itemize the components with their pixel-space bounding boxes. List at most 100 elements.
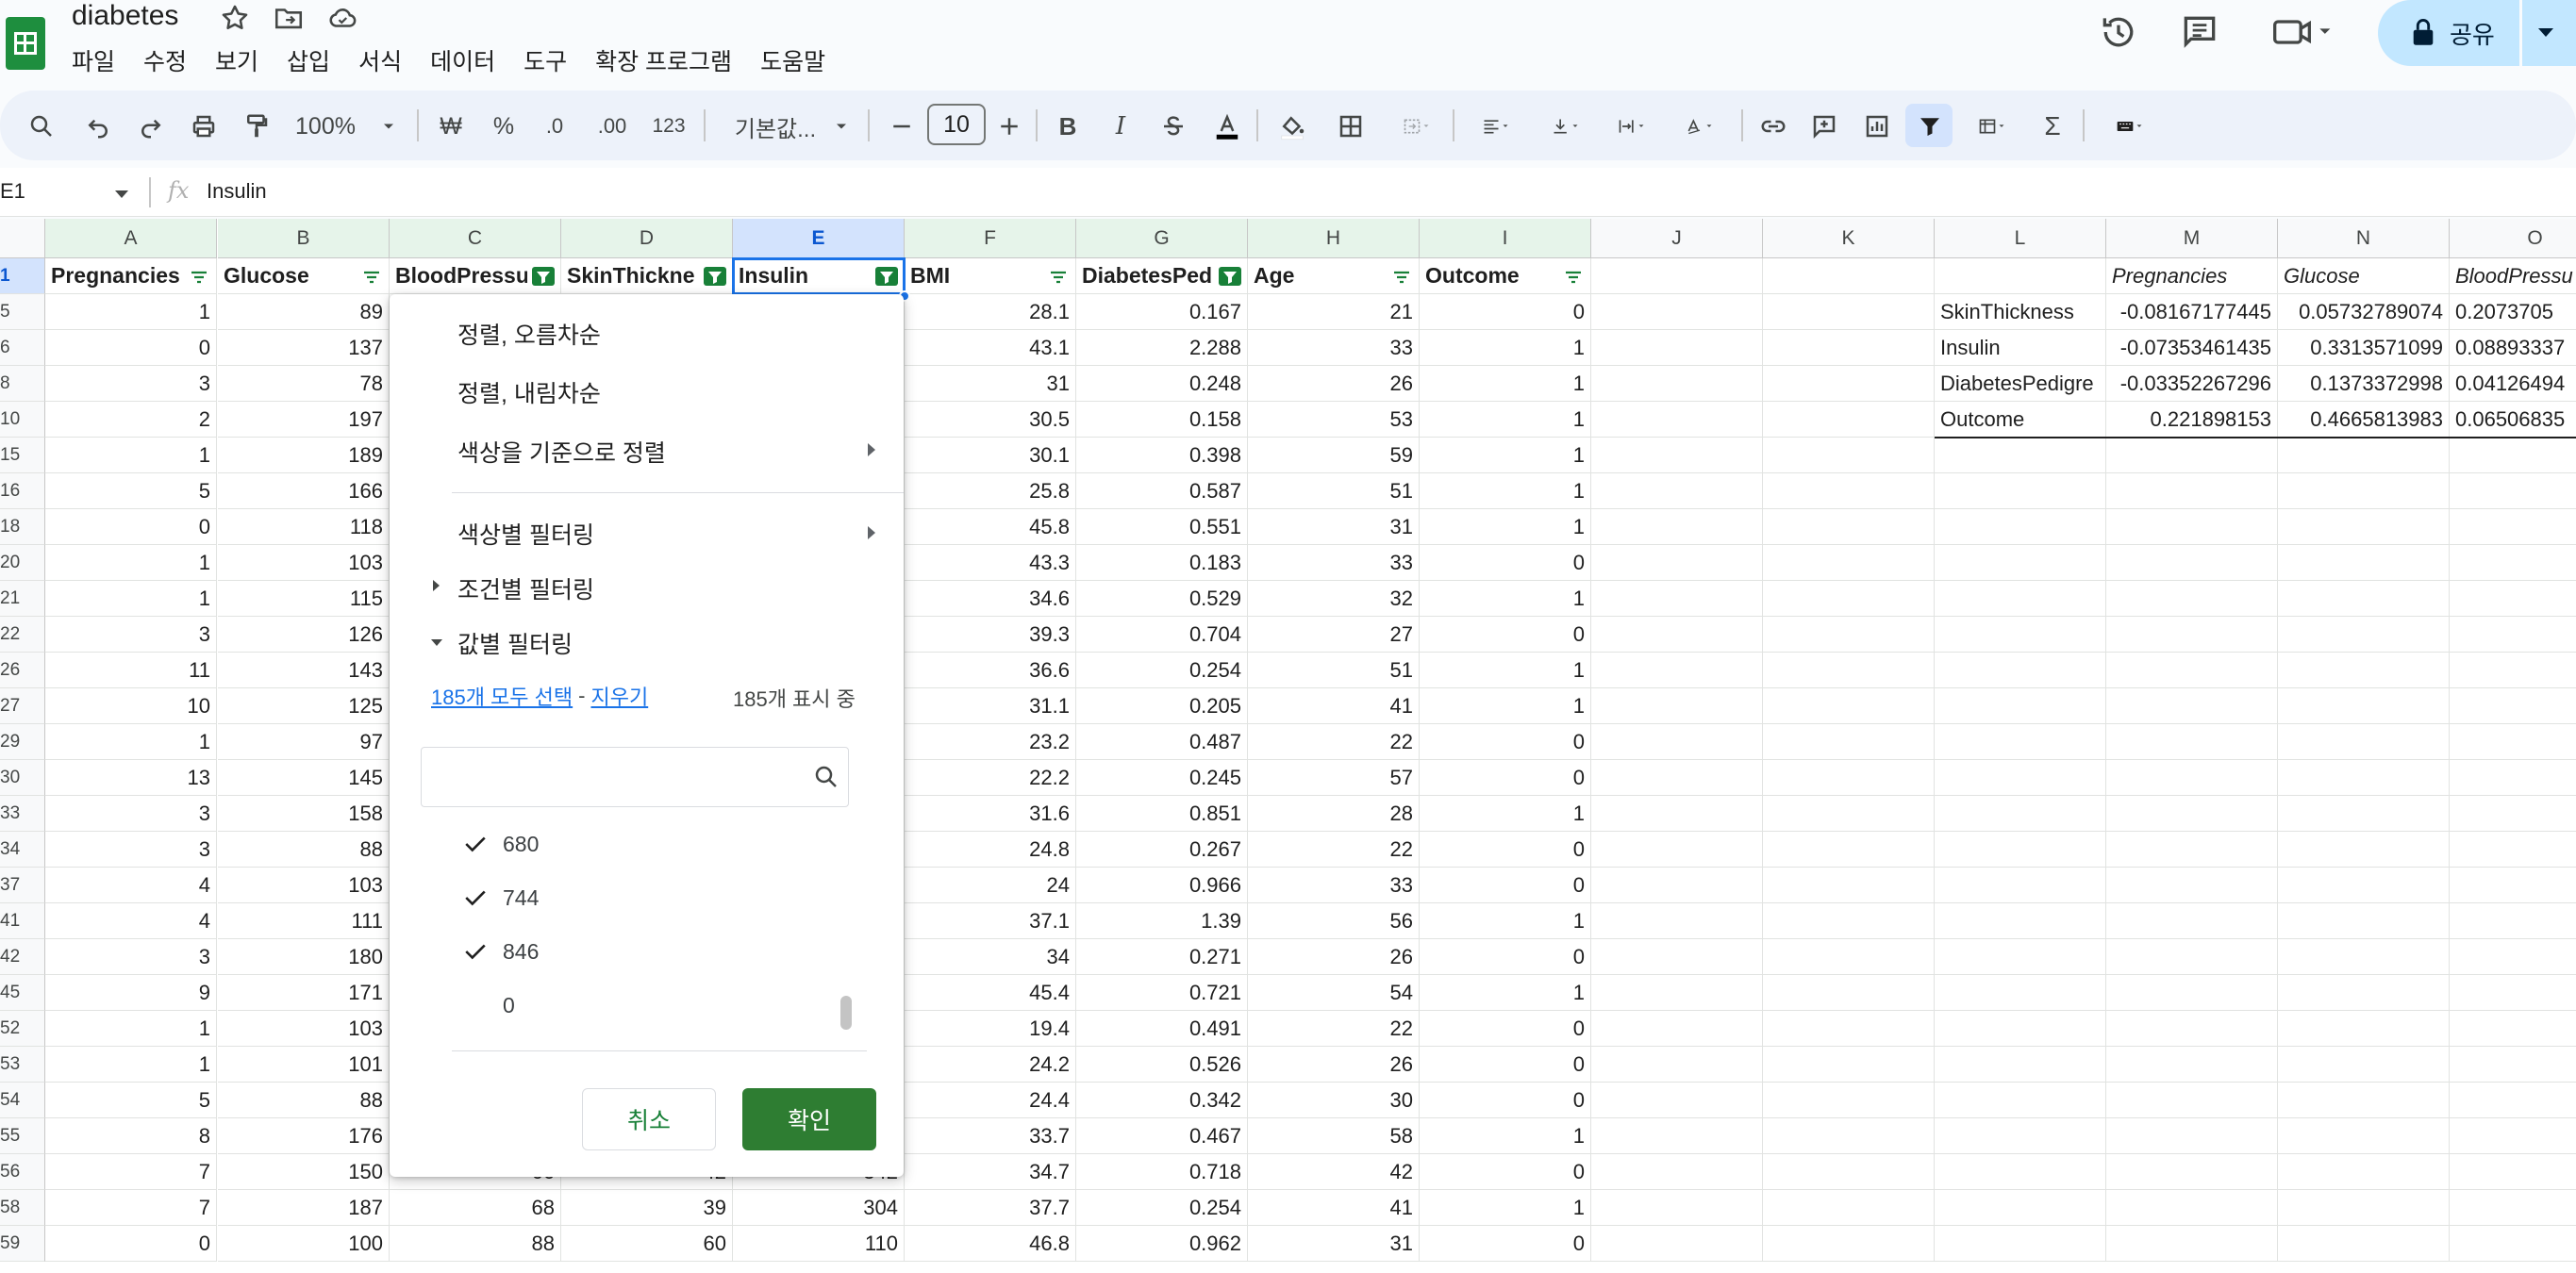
redo-icon[interactable]: [134, 109, 168, 143]
row-header[interactable]: 30: [0, 760, 45, 796]
grid-cell[interactable]: [1935, 438, 2106, 473]
data-cell[interactable]: 13: [45, 760, 217, 796]
data-cell[interactable]: 24.8: [905, 832, 1076, 868]
grid-cell[interactable]: [1935, 545, 2106, 581]
data-cell[interactable]: 0.721: [1076, 975, 1248, 1011]
correlation-value[interactable]: 0.04126494: [2450, 366, 2576, 402]
data-cell[interactable]: 3: [45, 796, 217, 832]
grid-cell[interactable]: [2106, 1118, 2278, 1154]
filter-icon[interactable]: [360, 267, 383, 286]
data-cell[interactable]: 57: [1248, 760, 1420, 796]
data-cell[interactable]: 24.2: [905, 1047, 1076, 1083]
input-tools-keyboard-icon[interactable]: [2098, 109, 2162, 143]
active-filter-icon[interactable]: [875, 267, 898, 286]
grid-cell[interactable]: [2450, 1190, 2576, 1226]
grid-cell[interactable]: [1763, 402, 1935, 438]
data-cell[interactable]: 0.248: [1076, 366, 1248, 402]
grid-cell[interactable]: [2450, 688, 2576, 724]
sheets-logo-icon[interactable]: [6, 17, 45, 70]
data-cell[interactable]: 3: [45, 617, 217, 653]
data-cell[interactable]: 51: [1248, 473, 1420, 509]
grid-cell[interactable]: [2106, 760, 2278, 796]
grid-cell[interactable]: [2278, 473, 2450, 509]
row-header[interactable]: 42: [0, 939, 45, 975]
grid-cell[interactable]: [1763, 509, 1935, 545]
column-header-k[interactable]: K: [1763, 219, 1935, 258]
data-cell[interactable]: 4: [45, 903, 217, 939]
grid-cell[interactable]: [1763, 294, 1935, 330]
data-cell[interactable]: 0.966: [1076, 868, 1248, 903]
grid-cell[interactable]: [1935, 509, 2106, 545]
column-header-a[interactable]: A: [45, 219, 217, 258]
data-cell[interactable]: 1: [1420, 903, 1591, 939]
grid-cell[interactable]: [2278, 1190, 2450, 1226]
header-cell[interactable]: SkinThickne: [561, 258, 733, 294]
data-cell[interactable]: 0.467: [1076, 1118, 1248, 1154]
grid-cell[interactable]: [1935, 1011, 2106, 1047]
grid-cell[interactable]: [1591, 688, 1763, 724]
data-cell[interactable]: 1: [1420, 581, 1591, 617]
grid-cell[interactable]: [2450, 545, 2576, 581]
data-cell[interactable]: 0: [1420, 939, 1591, 975]
grid-cell[interactable]: [2278, 868, 2450, 903]
data-cell[interactable]: 39.3: [905, 617, 1076, 653]
data-cell[interactable]: 1.39: [1076, 903, 1248, 939]
grid-cell[interactable]: [1591, 1011, 1763, 1047]
percent-format-button[interactable]: %: [485, 109, 523, 143]
grid-cell[interactable]: [2278, 653, 2450, 688]
data-cell[interactable]: 60: [561, 1226, 733, 1262]
data-cell[interactable]: 88: [218, 1083, 390, 1118]
correlation-row-label[interactable]: Outcome: [1935, 402, 2106, 438]
data-cell[interactable]: 88: [218, 832, 390, 868]
active-filter-icon[interactable]: [704, 267, 726, 286]
row-header[interactable]: 26: [0, 653, 45, 688]
correlation-value[interactable]: 0.3313571099: [2278, 330, 2450, 366]
row-header[interactable]: 33: [0, 796, 45, 832]
functions-sigma-icon[interactable]: Σ: [2036, 109, 2069, 143]
data-cell[interactable]: 304: [733, 1190, 905, 1226]
checkmark-icon[interactable]: [463, 941, 488, 962]
data-cell[interactable]: 2.288: [1076, 330, 1248, 366]
filter-by-color-item[interactable]: 색상별 필터링: [457, 517, 594, 551]
fill-color-icon[interactable]: [1273, 109, 1311, 143]
data-cell[interactable]: 9: [45, 975, 217, 1011]
cancel-button[interactable]: 취소: [582, 1088, 716, 1150]
grid-cell[interactable]: [1591, 330, 1763, 366]
grid-cell[interactable]: [1763, 760, 1935, 796]
data-cell[interactable]: 31: [1248, 509, 1420, 545]
clear-link[interactable]: 지우기: [590, 681, 648, 711]
data-cell[interactable]: 56: [1248, 903, 1420, 939]
data-cell[interactable]: 189: [218, 438, 390, 473]
header-cell[interactable]: Glucose: [218, 258, 390, 294]
data-cell[interactable]: 1: [1420, 330, 1591, 366]
star-icon[interactable]: [219, 2, 251, 34]
data-cell[interactable]: 0: [1420, 868, 1591, 903]
grid-cell[interactable]: [1591, 653, 1763, 688]
paint-format-icon[interactable]: [240, 109, 274, 143]
data-cell[interactable]: 5: [45, 473, 217, 509]
grid-cell[interactable]: [1935, 1154, 2106, 1190]
data-cell[interactable]: 110: [733, 1226, 905, 1262]
data-cell[interactable]: 34.7: [905, 1154, 1076, 1190]
grid-cell[interactable]: [2450, 760, 2576, 796]
data-cell[interactable]: 8: [45, 1118, 217, 1154]
row-header[interactable]: 16: [0, 473, 45, 509]
grid-cell[interactable]: [2106, 1011, 2278, 1047]
horizontal-align-icon[interactable]: [1468, 109, 1524, 143]
grid-cell[interactable]: [2450, 796, 2576, 832]
grid-cell[interactable]: [1591, 1154, 1763, 1190]
data-cell[interactable]: 43.1: [905, 330, 1076, 366]
grid-cell[interactable]: [1591, 1083, 1763, 1118]
data-cell[interactable]: 88: [390, 1226, 561, 1262]
font-family-caret-icon[interactable]: [832, 109, 851, 143]
grid-cell[interactable]: [2450, 653, 2576, 688]
column-header-i[interactable]: I: [1420, 219, 1591, 258]
row-header[interactable]: 1: [0, 258, 45, 294]
insert-chart-icon[interactable]: [1860, 109, 1894, 143]
zoom-caret-icon[interactable]: [379, 109, 398, 143]
row-header[interactable]: 6: [0, 330, 45, 366]
data-cell[interactable]: 34: [905, 939, 1076, 975]
grid-cell[interactable]: [2106, 1047, 2278, 1083]
increase-decimal-button[interactable]: .00: [589, 109, 636, 143]
data-cell[interactable]: 0.851: [1076, 796, 1248, 832]
